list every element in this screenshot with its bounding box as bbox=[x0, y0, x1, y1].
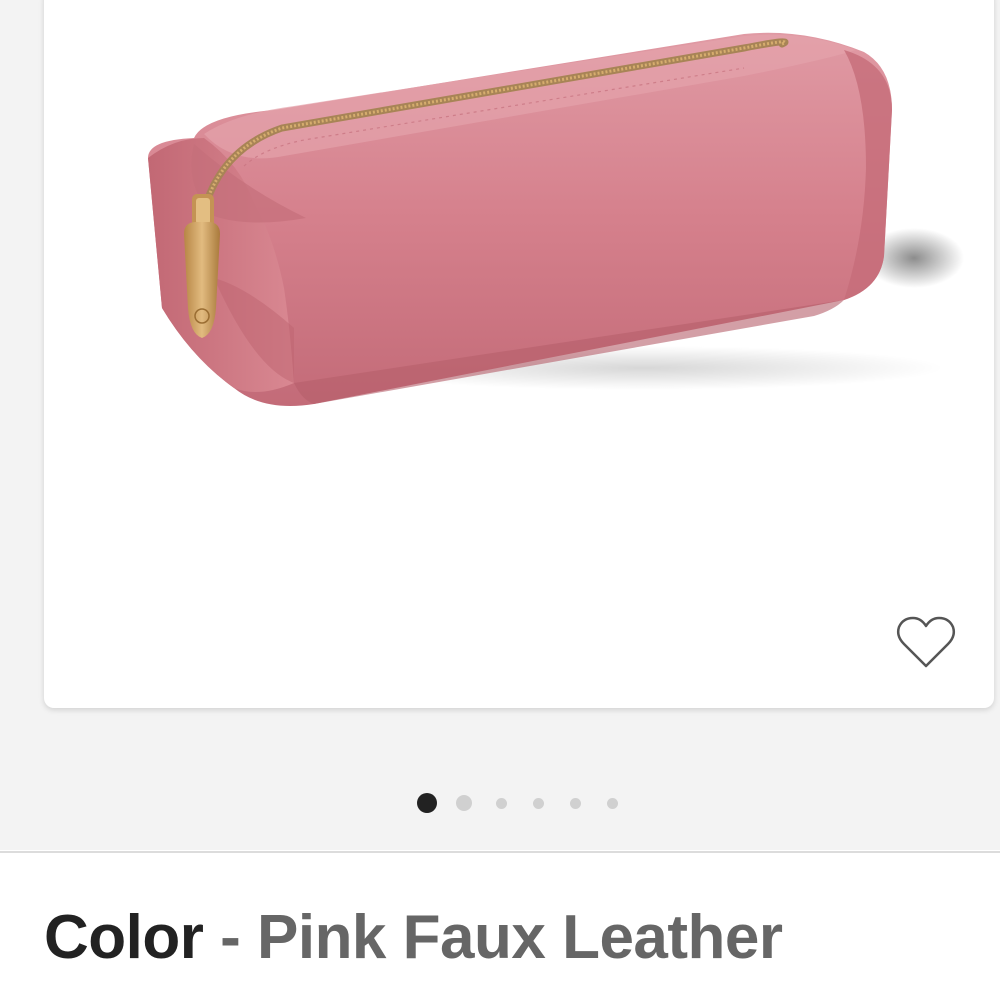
carousel-pagination bbox=[0, 792, 1000, 814]
carousel-dot[interactable] bbox=[569, 797, 581, 809]
carousel-dot[interactable] bbox=[606, 797, 618, 809]
carousel-dot[interactable] bbox=[417, 793, 437, 813]
color-value: Pink Faux Leather bbox=[256, 903, 783, 972]
color-label: Color bbox=[44, 903, 204, 972]
carousel-dot[interactable] bbox=[456, 795, 472, 811]
color-separator: - bbox=[203, 903, 257, 972]
heart-outline-icon bbox=[896, 616, 956, 668]
product-photo bbox=[148, 32, 964, 407]
product-image-card[interactable] bbox=[44, 0, 994, 708]
carousel-dot[interactable] bbox=[532, 797, 544, 809]
carousel-dot[interactable] bbox=[495, 797, 507, 809]
color-variant: Color - Pink Faux Leather bbox=[44, 900, 783, 976]
favorite-button[interactable] bbox=[896, 616, 956, 672]
